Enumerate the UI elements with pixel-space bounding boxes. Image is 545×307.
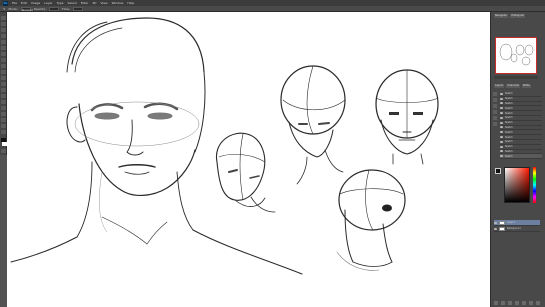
navigator-tabs: Navigator Histogram bbox=[494, 14, 536, 18]
eye-icon[interactable] bbox=[500, 92, 503, 95]
layer-thumbnail bbox=[499, 226, 505, 231]
menu-type[interactable]: Type bbox=[57, 1, 64, 5]
move-tool-icon[interactable] bbox=[1, 16, 6, 20]
menu-layer[interactable]: Layer bbox=[44, 1, 52, 5]
navigator-preview[interactable] bbox=[495, 37, 537, 74]
layers-panel: Layer 1 Background bbox=[494, 220, 540, 232]
pen-tool-icon[interactable] bbox=[1, 100, 6, 104]
eye-icon[interactable] bbox=[500, 116, 503, 119]
tab-channels[interactable]: Channels bbox=[506, 84, 520, 88]
flow-label: Flow: bbox=[62, 6, 70, 11]
navigator-thumbnail bbox=[499, 43, 534, 66]
link-icon[interactable] bbox=[494, 301, 498, 305]
color-panel-swatch[interactable] bbox=[495, 168, 501, 174]
eyedropper-tool-icon[interactable] bbox=[1, 46, 6, 50]
zoom-tool-icon[interactable] bbox=[1, 130, 6, 134]
panel-side-tools bbox=[493, 92, 497, 172]
gradient-tool-icon[interactable] bbox=[1, 82, 6, 86]
menu-edit[interactable]: Edit bbox=[21, 1, 27, 5]
quick-select-tool-icon[interactable] bbox=[1, 34, 6, 38]
profile-head-sketch bbox=[336, 169, 406, 271]
eye-icon[interactable] bbox=[500, 136, 503, 139]
eye-icon[interactable] bbox=[500, 126, 503, 129]
eye-icon[interactable] bbox=[500, 145, 503, 148]
eye-icon[interactable] bbox=[500, 102, 503, 105]
fx-icon[interactable] bbox=[501, 301, 505, 305]
mode-select[interactable]: Normal bbox=[20, 6, 33, 12]
mask-icon[interactable] bbox=[508, 301, 512, 305]
zoom-slider[interactable] bbox=[494, 76, 538, 79]
menu-image[interactable]: Image bbox=[31, 1, 40, 5]
front-head-sketch bbox=[375, 69, 439, 165]
sketch-layers-list: Sketch Sketch Sketch Sketch Sketch Sketc… bbox=[500, 92, 542, 160]
adjustment-icon[interactable] bbox=[515, 301, 519, 305]
toolbox bbox=[0, 12, 7, 155]
eye-icon[interactable] bbox=[500, 97, 503, 100]
large-face-sketch bbox=[10, 17, 303, 275]
drawing-canvas[interactable] bbox=[7, 12, 490, 307]
color-picker-field[interactable] bbox=[504, 167, 530, 203]
layers-tabs: Layers Channels Paths bbox=[494, 84, 536, 88]
menu-window[interactable]: Window bbox=[112, 1, 124, 5]
trash-icon[interactable] bbox=[536, 301, 540, 305]
eye-icon[interactable] bbox=[500, 121, 503, 124]
character-icon[interactable] bbox=[493, 110, 497, 114]
eye-icon[interactable] bbox=[500, 155, 503, 158]
layers-bottom-bar bbox=[494, 301, 542, 305]
tilted-head-sketch bbox=[215, 132, 276, 213]
eye-icon[interactable] bbox=[500, 112, 503, 115]
hue-slider[interactable] bbox=[533, 167, 536, 203]
tab-navigator[interactable]: Navigator bbox=[494, 14, 509, 18]
menu-filter[interactable]: Filter bbox=[81, 1, 88, 5]
tab-histogram[interactable]: Histogram bbox=[510, 14, 526, 18]
brush-tool-icon[interactable]: ✎ bbox=[3, 7, 6, 11]
app-logo: Ps bbox=[3, 0, 8, 6]
history-brush-tool-icon[interactable] bbox=[1, 70, 6, 74]
menu-help[interactable]: Help bbox=[127, 1, 134, 5]
eye-icon[interactable] bbox=[494, 227, 497, 230]
layer-row[interactable]: Background bbox=[494, 226, 540, 232]
opacity-label: Opacity: bbox=[33, 6, 47, 11]
menu-view[interactable]: View bbox=[100, 1, 107, 5]
mode-label: Mode: bbox=[8, 6, 18, 11]
clone-tool-icon[interactable] bbox=[1, 64, 6, 68]
type-tool-icon[interactable] bbox=[1, 106, 6, 110]
tab-layers[interactable]: Layers bbox=[494, 84, 505, 88]
brush-tool-icon[interactable] bbox=[1, 58, 6, 62]
path-select-tool-icon[interactable] bbox=[1, 112, 6, 116]
layer-row[interactable]: Sketch bbox=[500, 154, 542, 160]
menu-file[interactable]: File bbox=[12, 1, 17, 5]
shape-tool-icon[interactable] bbox=[1, 118, 6, 122]
menu-3d[interactable]: 3D bbox=[92, 1, 96, 5]
layer-thumbnail bbox=[499, 220, 505, 225]
eye-icon[interactable] bbox=[500, 107, 503, 110]
new-layer-icon[interactable] bbox=[529, 301, 533, 305]
crop-tool-icon[interactable] bbox=[1, 40, 6, 44]
blur-tool-icon[interactable] bbox=[1, 88, 6, 92]
sketch-artwork bbox=[10, 17, 439, 275]
dodge-tool-icon[interactable] bbox=[1, 94, 6, 98]
tab-paths[interactable]: Paths bbox=[521, 84, 531, 88]
eye-icon[interactable] bbox=[500, 150, 503, 153]
brush-presets-icon[interactable] bbox=[493, 104, 497, 108]
actions-icon[interactable] bbox=[493, 98, 497, 102]
eye-icon[interactable] bbox=[500, 131, 503, 134]
properties-icon[interactable] bbox=[493, 122, 497, 126]
eye-icon[interactable] bbox=[500, 140, 503, 143]
right-panel-dock: Navigator Histogram Layers Channels Path… bbox=[490, 12, 545, 307]
menu-select[interactable]: Select bbox=[68, 1, 77, 5]
marquee-tool-icon[interactable] bbox=[1, 22, 6, 26]
opacity-field[interactable] bbox=[49, 6, 60, 11]
upper-head-sketch bbox=[280, 65, 346, 185]
flow-field[interactable] bbox=[72, 6, 83, 11]
paragraph-icon[interactable] bbox=[493, 116, 497, 120]
healing-tool-icon[interactable] bbox=[1, 52, 6, 56]
eye-icon[interactable] bbox=[494, 221, 497, 224]
history-icon[interactable] bbox=[493, 92, 497, 96]
hand-tool-icon[interactable] bbox=[1, 124, 6, 128]
eraser-tool-icon[interactable] bbox=[1, 76, 6, 80]
lasso-tool-icon[interactable] bbox=[1, 28, 6, 32]
quick-mask-icon[interactable] bbox=[1, 149, 6, 153]
folder-icon[interactable] bbox=[522, 301, 526, 305]
